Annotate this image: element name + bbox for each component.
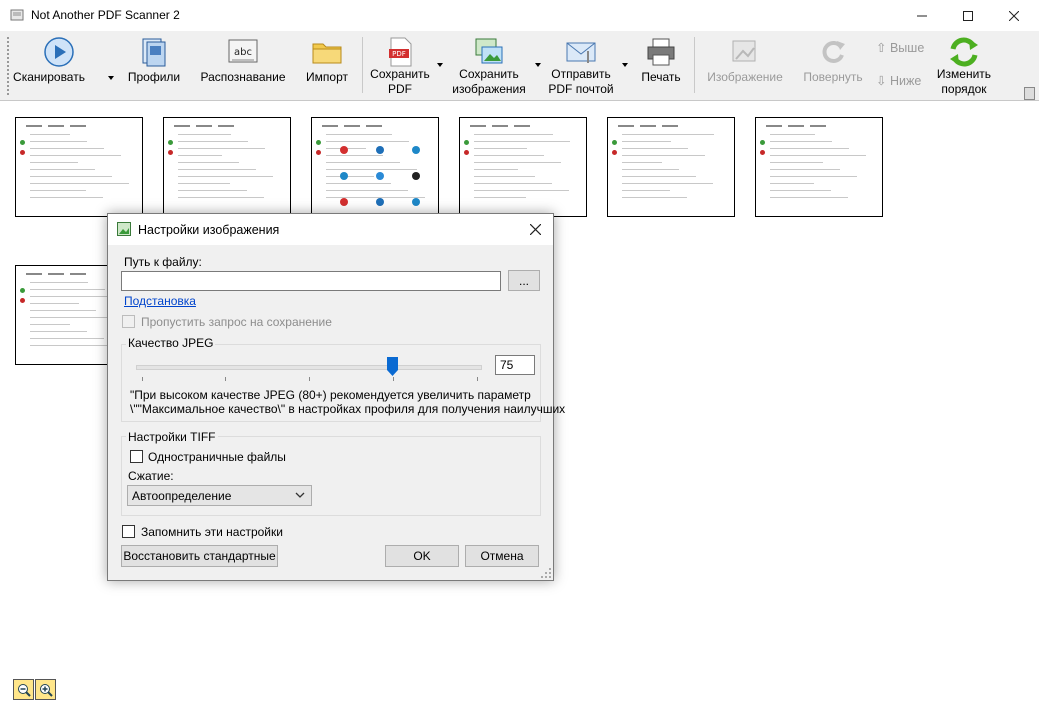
dialog-title-bar: Настройки изображения	[108, 214, 553, 245]
page-thumbnail[interactable]	[607, 117, 735, 217]
toolbar-separator	[694, 37, 695, 93]
app-icon	[10, 9, 24, 21]
close-window-button[interactable]	[991, 0, 1037, 31]
minimize-icon	[917, 15, 927, 16]
slider-tick	[309, 377, 310, 381]
reorder-button[interactable]: Изменить порядок	[932, 31, 996, 97]
remember-settings-checkbox[interactable]	[122, 525, 135, 538]
dialog-title: Настройки изображения	[138, 223, 280, 237]
zoom-in-icon	[39, 683, 53, 697]
ocr-abc-icon: abc	[228, 39, 258, 63]
window-title: Not Another PDF Scanner 2	[31, 8, 180, 22]
profiles-button[interactable]: Профили	[120, 31, 188, 97]
images-icon	[475, 38, 503, 64]
jpeg-quality-slider[interactable]	[136, 357, 482, 381]
image-button[interactable]: Изображение	[700, 31, 790, 97]
toolbar-grip[interactable]	[7, 37, 12, 95]
slider-tick	[225, 377, 227, 381]
skip-save-prompt-label: Пропустить запрос на сохранение	[141, 315, 332, 329]
image-settings-dialog: Настройки изображения Путь к файлу: ... …	[107, 213, 565, 581]
toolbar: Сканировать Профили abc Распознавание Им…	[0, 31, 1039, 101]
cancel-button[interactable]: Отмена	[465, 545, 539, 567]
move-up-button[interactable]: ⇧ Выше	[876, 40, 924, 55]
slider-track	[136, 365, 482, 370]
page-thumbnail[interactable]	[311, 117, 439, 217]
jpeg-note-line2: \""Максимальное качество\" в настройках …	[130, 402, 566, 416]
page-thumbnail[interactable]	[755, 117, 883, 217]
arrow-up-icon: ⇧	[876, 41, 887, 55]
save-pdf-dropdown-arrow[interactable]	[437, 63, 443, 67]
toolbar-overflow-button[interactable]	[1024, 87, 1035, 100]
page-thumbnail[interactable]	[459, 117, 587, 217]
recognize-button[interactable]: abc Распознавание	[196, 31, 290, 97]
compression-select[interactable]: Автоопределение	[127, 485, 312, 506]
pdf-icon: PDF	[389, 37, 412, 67]
placeholders-link[interactable]: Подстановка	[124, 294, 196, 308]
jpeg-note-line1: "При высоком качестве JPEG (80+) рекомен…	[130, 388, 531, 402]
import-button[interactable]: Импорт	[298, 31, 356, 97]
svg-text:abc: abc	[234, 47, 252, 58]
reorder-arrows-icon	[950, 37, 978, 67]
resize-grip-icon[interactable]	[541, 568, 551, 578]
slider-tick	[392, 377, 394, 381]
compression-label: Сжатие:	[128, 469, 174, 483]
single-page-checkbox[interactable]	[130, 450, 143, 463]
file-path-label: Путь к файлу:	[124, 255, 202, 269]
jpeg-quality-input[interactable]: 75	[495, 355, 535, 375]
zoom-out-button[interactable]	[13, 679, 34, 700]
title-bar: Not Another PDF Scanner 2	[0, 0, 1039, 31]
close-icon	[1009, 10, 1019, 21]
send-pdf-dropdown-arrow[interactable]	[622, 63, 628, 67]
browse-button[interactable]: ...	[508, 270, 540, 291]
maximize-button[interactable]	[945, 0, 991, 31]
single-page-label: Одностраничные файлы	[148, 450, 286, 464]
arrow-down-icon: ⇩	[876, 74, 887, 88]
printer-icon	[647, 38, 675, 66]
slider-tick	[476, 377, 478, 381]
maximize-icon	[963, 10, 973, 21]
scanner-icon	[44, 37, 74, 67]
rotate-icon	[822, 41, 845, 63]
dialog-image-icon	[117, 222, 131, 236]
chevron-down-icon	[295, 492, 305, 498]
zoom-out-icon	[17, 683, 31, 697]
page-thumbnail[interactable]	[15, 117, 143, 217]
folder-icon	[312, 43, 342, 64]
minimize-button[interactable]	[899, 0, 945, 31]
save-images-button[interactable]: Сохранить изображения	[446, 31, 532, 97]
move-down-button[interactable]: ⇩ Ниже	[876, 73, 921, 88]
email-icon	[566, 42, 596, 63]
save-pdf-button[interactable]: PDF Сохранить PDF	[366, 31, 434, 97]
slider-tick	[141, 377, 143, 381]
skip-save-prompt-checkbox[interactable]	[122, 315, 135, 328]
ok-button[interactable]: OK	[385, 545, 459, 567]
restore-defaults-button[interactable]: Восстановить стандартные	[121, 545, 278, 567]
file-path-input[interactable]	[121, 271, 501, 291]
zoom-in-button[interactable]	[35, 679, 56, 700]
send-pdf-email-button[interactable]: Отправить PDF почтой	[545, 31, 617, 97]
toolbar-separator	[362, 37, 363, 93]
save-images-dropdown-arrow[interactable]	[535, 63, 541, 67]
image-edit-icon	[732, 40, 756, 62]
svg-text:PDF: PDF	[392, 50, 406, 58]
dialog-close-button[interactable]	[525, 219, 545, 239]
jpeg-quality-group-title: Качество JPEG	[126, 336, 216, 350]
profiles-icon	[142, 38, 166, 67]
slider-thumb[interactable]	[387, 357, 399, 376]
print-button[interactable]: Печать	[634, 31, 688, 97]
scan-button[interactable]: Сканировать	[13, 31, 114, 97]
tiff-settings-group-title: Настройки TIFF	[126, 430, 218, 444]
remember-settings-label: Запомнить эти настройки	[141, 525, 283, 539]
scan-dropdown-arrow[interactable]	[108, 76, 114, 80]
rotate-button[interactable]: Повернуть	[798, 31, 868, 97]
close-icon	[529, 223, 541, 235]
page-thumbnail[interactable]	[163, 117, 291, 217]
